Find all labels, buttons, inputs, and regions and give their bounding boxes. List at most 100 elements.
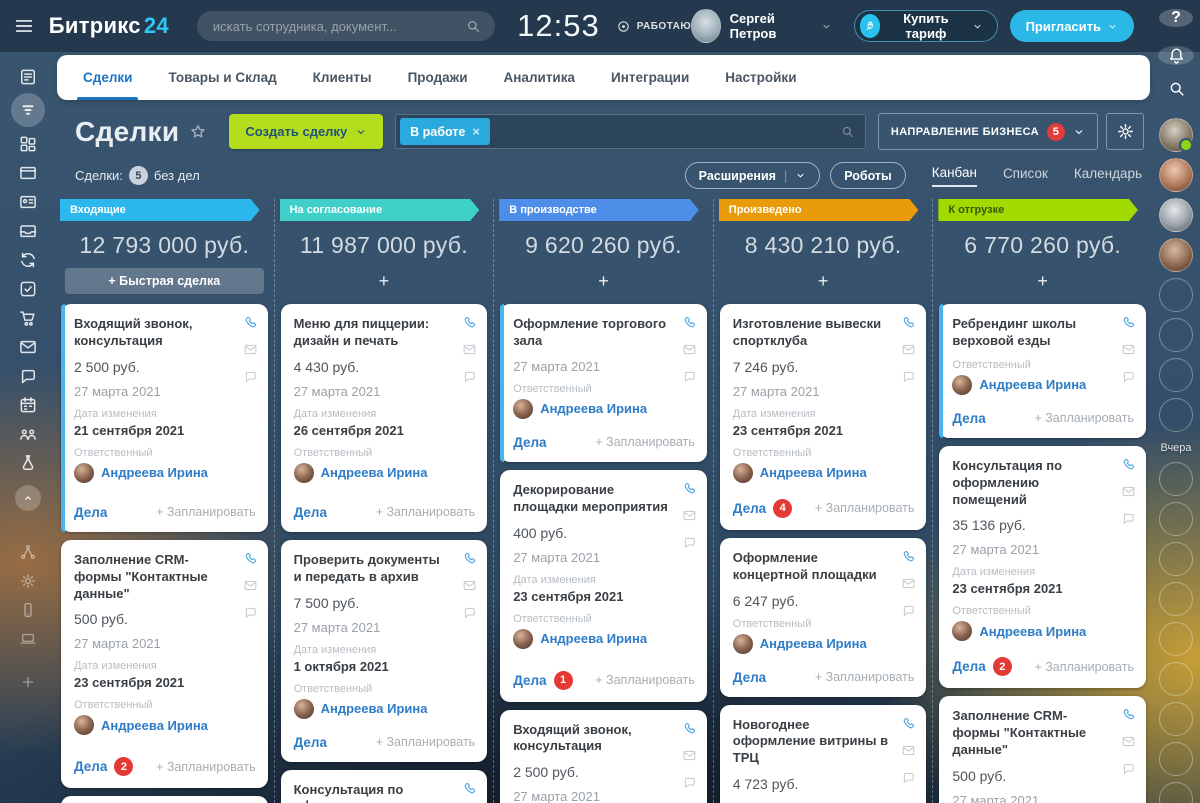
deals-link[interactable]: Дела (733, 670, 766, 685)
filter-chip-in-progress[interactable]: В работе × (400, 118, 490, 145)
avatar[interactable] (1159, 622, 1193, 656)
responsible-link[interactable]: Андреева Ирина (760, 636, 867, 651)
feed-icon[interactable] (11, 62, 45, 91)
tasks-icon[interactable] (11, 274, 45, 303)
plan-link[interactable]: + Запланировать (595, 435, 695, 449)
deal-title[interactable]: Входящий звонок, консультация (74, 316, 256, 350)
chat-icon[interactable] (1121, 511, 1136, 526)
add-deal-button[interactable]: + (718, 268, 929, 294)
avatar[interactable] (1159, 542, 1193, 576)
deals-link[interactable]: Дела (74, 759, 107, 774)
collapse-icon[interactable] (15, 485, 41, 511)
chat-icon[interactable] (901, 770, 916, 785)
phone-icon[interactable] (243, 315, 258, 330)
mail-icon[interactable] (1121, 484, 1136, 499)
mail-icon[interactable] (462, 342, 477, 357)
chat-icon[interactable] (682, 775, 697, 790)
phone-icon[interactable] (682, 315, 697, 330)
deals-link[interactable]: Дела (952, 411, 985, 426)
plan-link[interactable]: + Запланировать (376, 505, 476, 519)
deal-title[interactable]: Входящий звонок, консультация (513, 722, 695, 756)
business-direction-button[interactable]: НАПРАВЛЕНИЕ БИЗНЕСА 5 (878, 113, 1098, 150)
lab-icon[interactable] (11, 448, 45, 477)
deals-link[interactable]: Дела (513, 673, 546, 688)
plan-link[interactable]: + Запланировать (815, 501, 915, 515)
deal-card[interactable]: Консультация по оформлению помещений 35 … (939, 446, 1146, 689)
chat-icon[interactable] (462, 369, 477, 384)
notifications-bell-icon[interactable] (1158, 46, 1194, 65)
deal-card[interactable]: Консультация по оформлению помещений 35 … (281, 770, 488, 803)
calendar-icon[interactable] (11, 390, 45, 419)
work-status[interactable]: РАБОТАЮ (616, 19, 692, 34)
sync-icon[interactable] (11, 245, 45, 274)
column-header[interactable]: Входящие (60, 199, 260, 221)
buy-tariff-button[interactable]: Купить тариф (854, 10, 998, 42)
plan-link[interactable]: + Запланировать (156, 760, 256, 774)
deals-link[interactable]: Дела (294, 735, 327, 750)
deal-card[interactable]: Входящий звонок, консультация 2 500 руб.… (61, 304, 268, 532)
mobile-icon[interactable] (11, 595, 45, 624)
chat-icon[interactable] (1121, 369, 1136, 384)
deal-title[interactable]: Оформление концертной площадки (733, 550, 915, 584)
deal-title[interactable]: Изготовление вывески спортклуба (733, 316, 915, 350)
responsible-link[interactable]: Андреева Ирина (760, 465, 867, 480)
phone-icon[interactable] (901, 315, 916, 330)
tab-clients[interactable]: Клиенты (295, 55, 390, 100)
view-tab-kanban[interactable]: Канбан (932, 165, 977, 187)
deals-link[interactable]: Дела (74, 505, 107, 520)
deals-link[interactable]: Дела (733, 501, 766, 516)
responsible-link[interactable]: Андреева Ирина (979, 377, 1086, 392)
chat-icon[interactable] (682, 369, 697, 384)
column-header[interactable]: На согласование (280, 199, 480, 221)
phone-icon[interactable] (682, 721, 697, 736)
mail-icon[interactable] (901, 342, 916, 357)
apps-grid-icon[interactable] (11, 129, 45, 158)
tab-sales[interactable]: Продажи (390, 55, 486, 100)
user-menu[interactable]: Сергей Петров (691, 9, 831, 43)
avatar[interactable] (1159, 158, 1193, 192)
tab-settings[interactable]: Настройки (707, 55, 814, 100)
chat-icon[interactable] (462, 605, 477, 620)
tab-analytics[interactable]: Аналитика (486, 55, 593, 100)
invite-button[interactable]: Пригласить (1010, 10, 1134, 42)
chat-icon[interactable] (1121, 761, 1136, 776)
phone-icon[interactable] (1121, 457, 1136, 472)
mail-icon[interactable] (682, 342, 697, 357)
responsible-link[interactable]: Андреева Ирина (101, 718, 208, 733)
deal-card[interactable]: Изготовление вывески спортклуба 7 246 ру… (720, 304, 927, 530)
avatar[interactable] (1159, 462, 1193, 496)
tab-products-warehouse[interactable]: Товары и Склад (150, 55, 294, 100)
contacts-icon[interactable] (11, 187, 45, 216)
shop-icon[interactable] (11, 303, 45, 332)
mail-icon[interactable] (243, 578, 258, 593)
phone-icon[interactable] (462, 781, 477, 796)
search-icon[interactable] (465, 18, 481, 34)
chat-icon[interactable] (901, 369, 916, 384)
phone-icon[interactable] (1121, 315, 1136, 330)
add-deal-button[interactable]: + (279, 268, 490, 294)
help-icon[interactable]: ? (1159, 9, 1193, 27)
plan-link[interactable]: + Запланировать (1034, 660, 1134, 674)
deal-card[interactable]: Оформление торгового зала 27 марта 2021 … (500, 304, 707, 462)
search-icon[interactable] (1167, 79, 1186, 98)
chat-icon[interactable] (243, 605, 258, 620)
avatar[interactable] (1159, 198, 1193, 232)
responsible-link[interactable]: Андреева Ирина (540, 631, 647, 646)
deal-title[interactable]: Новогоднее оформление витрины в ТРЦ (733, 717, 915, 768)
avatar[interactable] (1159, 118, 1193, 152)
favorite-star-icon[interactable] (189, 123, 207, 141)
deal-card[interactable]: Входящий звонок, консультация 2 500 руб.… (500, 710, 707, 803)
plan-link[interactable]: + Запланировать (595, 673, 695, 687)
add-deal-button[interactable]: + (937, 268, 1148, 294)
mail-icon[interactable] (901, 576, 916, 591)
column-header[interactable]: К отгрузке (938, 199, 1138, 221)
column-header[interactable]: В производстве (499, 199, 699, 221)
crm-funnel-icon[interactable] (11, 93, 45, 127)
avatar[interactable] (1159, 582, 1193, 616)
mail-icon[interactable] (1121, 342, 1136, 357)
documents-icon[interactable] (11, 216, 45, 245)
mail-icon[interactable] (682, 508, 697, 523)
deal-title[interactable]: Меню для пиццерии: дизайн и печать (294, 316, 476, 350)
phone-icon[interactable] (462, 315, 477, 330)
avatar[interactable] (1159, 398, 1193, 432)
